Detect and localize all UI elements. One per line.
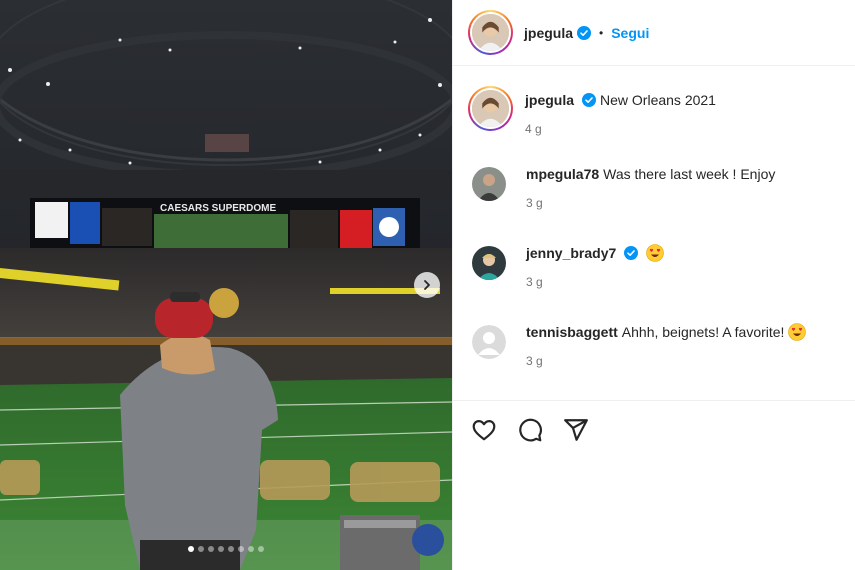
commenter-photo	[472, 246, 506, 280]
like-icon[interactable]	[471, 417, 497, 443]
follow-button[interactable]: Segui	[611, 25, 649, 41]
svg-text:CAESARS SUPERDOME: CAESARS SUPERDOME	[160, 203, 276, 214]
carousel-dot	[258, 546, 264, 552]
heart-eyes-emoji-icon	[788, 323, 807, 341]
comment-item: jenny_brady7 3 g	[453, 244, 855, 323]
post-photo[interactable]: CAESARS SUPERDOME	[0, 0, 452, 570]
carousel-dot	[218, 546, 224, 552]
caption-username[interactable]: jpegula	[525, 92, 574, 108]
share-icon[interactable]	[563, 417, 589, 443]
author-avatar[interactable]	[468, 10, 513, 55]
comment-time[interactable]: 3 g	[526, 275, 664, 289]
stadium-photo: CAESARS SUPERDOME	[0, 0, 452, 570]
carousel-indicator	[0, 546, 452, 552]
caption-time[interactable]: 4 g	[525, 122, 716, 136]
caption-text: New Orleans 2021	[600, 92, 716, 108]
comment-icon[interactable]	[517, 417, 543, 443]
comment-text: Ahhh, beignets! A favorite!	[621, 324, 785, 340]
comment-text: Was there last week ! Enjoy	[603, 166, 776, 182]
post-header: jpegula • Segui	[453, 0, 855, 66]
comment-item: mpegula78 Was there last week ! Enjoy 3 g	[453, 165, 855, 244]
caption-author-avatar[interactable]	[468, 86, 513, 131]
commenter-avatar[interactable]	[472, 167, 506, 201]
author-photo	[472, 90, 509, 127]
verified-badge-icon	[582, 93, 597, 107]
carousel-dot	[208, 546, 214, 552]
separator-dot: •	[599, 25, 604, 40]
post-actions-bar	[453, 400, 855, 443]
heart-eyes-emoji-icon	[646, 244, 665, 262]
commenter-avatar[interactable]	[472, 246, 506, 280]
next-photo-button[interactable]	[414, 272, 440, 298]
comment-item: tennisbaggett Ahhh, beignets! A favorite!…	[453, 323, 855, 402]
comment-username[interactable]: jenny_brady7	[526, 245, 616, 261]
commenter-photo	[472, 167, 506, 201]
verified-badge-icon	[624, 246, 639, 260]
carousel-dot	[188, 546, 194, 552]
carousel-dot	[198, 546, 204, 552]
comment-username[interactable]: mpegula78	[526, 166, 599, 182]
author-photo	[472, 14, 509, 51]
comment-time[interactable]: 3 g	[526, 354, 806, 368]
caption: jpegula New Orleans 2021 4 g	[453, 86, 855, 165]
carousel-dot	[228, 546, 234, 552]
post-details-panel: jpegula • Segui jpegula New Orleans 2021…	[452, 0, 855, 570]
comment-time[interactable]: 3 g	[526, 196, 775, 210]
default-avatar-icon	[472, 325, 506, 359]
comment-username[interactable]: tennisbaggett	[526, 324, 618, 340]
carousel-dot	[238, 546, 244, 552]
verified-badge-icon	[577, 25, 592, 40]
carousel-dot	[248, 546, 254, 552]
chevron-right-icon	[424, 280, 430, 290]
comments-list: jpegula New Orleans 2021 4 g mpegula78 Was…	[453, 66, 855, 402]
commenter-avatar[interactable]	[472, 325, 506, 359]
author-username[interactable]: jpegula	[524, 25, 573, 41]
